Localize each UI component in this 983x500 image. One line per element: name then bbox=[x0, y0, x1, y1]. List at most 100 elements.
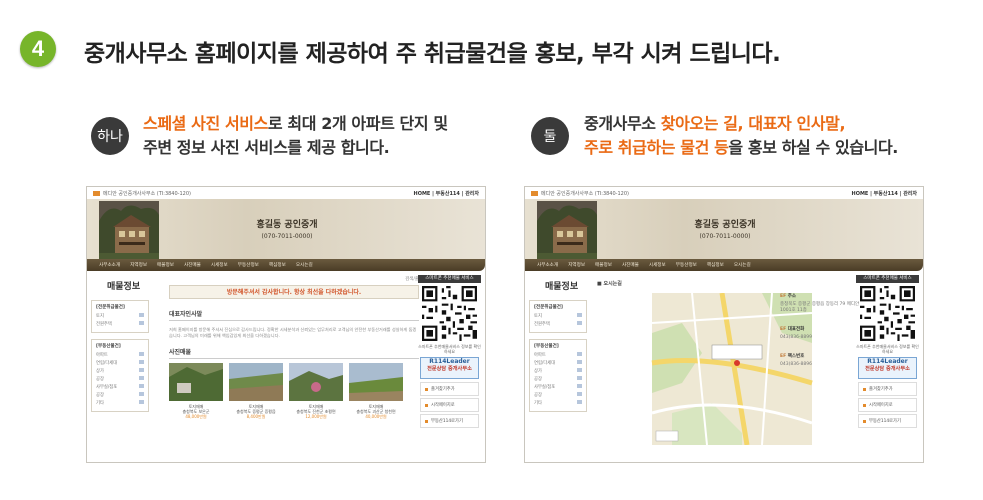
link-bookmark[interactable]: 즐겨찾기추가 bbox=[420, 382, 479, 396]
sidebar-item[interactable]: 공장 bbox=[96, 392, 144, 398]
sidebar-item[interactable]: 상가 bbox=[96, 368, 144, 374]
sidebar-item[interactable]: 아파트 bbox=[534, 352, 582, 358]
list-icon bbox=[577, 392, 582, 396]
nav-item[interactable]: 매물정보 bbox=[157, 262, 174, 268]
smartphone-header: 스마트폰 추천매물 서비스 bbox=[856, 275, 919, 283]
sidebar-item[interactable]: 공장 bbox=[534, 376, 582, 382]
nav-item[interactable]: 지역정보 bbox=[130, 262, 147, 268]
nav-item[interactable]: 시세정보 bbox=[649, 262, 666, 268]
nav-item[interactable]: 오시는길 bbox=[296, 262, 313, 268]
nav-item[interactable]: 매물정보 bbox=[595, 262, 612, 268]
photo-listing[interactable]: 토지매매 충청북도 진천군 초평면 12,000만원 bbox=[289, 363, 343, 419]
photo-listing[interactable]: 토지매매 충청북도 증평군 증평읍 8,400만원 bbox=[229, 363, 283, 419]
section-greeting-title: 대표자인사말 bbox=[169, 309, 419, 321]
box-title: [전문취급물건] bbox=[96, 305, 125, 310]
site-top-links[interactable]: HOME | 부동산114 | 관리자 bbox=[414, 190, 479, 197]
site-topbar: 메디안 공인중개사사무소 (TI:3840-120) HOME | 부동산114… bbox=[525, 187, 923, 199]
section-photo-title: 사진매물 bbox=[169, 347, 419, 359]
site-top-links[interactable]: HOME | 부동산114 | 관리자 bbox=[852, 190, 917, 197]
listing-photo bbox=[349, 363, 403, 401]
right-line2-rest: 을 홍보 하실 수 있습니다. bbox=[728, 138, 898, 157]
listing-photo bbox=[169, 363, 223, 401]
listing-price: 8,400만원 bbox=[246, 414, 266, 419]
sidebar-item[interactable]: 상가 bbox=[534, 368, 582, 374]
link-homepage[interactable]: 시작페이지로 bbox=[858, 398, 917, 412]
list-icon bbox=[577, 400, 582, 404]
smartphone-header: 스마트폰 추천매물 서비스 bbox=[418, 275, 481, 283]
list-icon bbox=[139, 368, 144, 372]
nav-item[interactable]: 핵심정보 bbox=[707, 262, 724, 268]
sidebar-box-property: [부동산물건] 아파트 연립/다세대 상가 공장 사무실/점포 공장 기타 bbox=[529, 339, 587, 412]
step-number-badge: 4 bbox=[20, 31, 56, 67]
link-r114[interactable]: 부동산114로가기 bbox=[420, 414, 479, 428]
sidebar-item[interactable]: 토지 bbox=[534, 313, 582, 319]
badge-two: 둘 bbox=[531, 117, 569, 155]
right-line1-a: 중개사무소 bbox=[584, 114, 661, 133]
box-title: [부동산물건] bbox=[534, 344, 559, 349]
site-main: 검색/출 방문해주셔서 감사합니다. 항상 최선을 다하겠습니다. 대표자인사말… bbox=[169, 276, 419, 419]
link-r114[interactable]: 부동산114로가기 bbox=[858, 414, 917, 428]
nav-item[interactable]: 사진매물 bbox=[184, 262, 201, 268]
right-highlight-1: 찾아오는 길, 대표자 인사말, bbox=[660, 114, 846, 133]
bullet-icon bbox=[425, 419, 428, 423]
photo-listing[interactable]: 토지매매 충청북도 보은군 48,000만원 bbox=[169, 363, 223, 419]
website-screenshot-photo-service: 메디안 공인중개사사무소 (TI:3840-120) HOME | 부동산114… bbox=[86, 186, 486, 463]
box-title: [부동산물건] bbox=[96, 344, 121, 349]
sidebar-item[interactable]: 아파트 bbox=[96, 352, 144, 358]
site-sidebar: 매물정보 [전문취급물건] 토지 전원주택 [부동산물건] 아파트 연립/다세대… bbox=[91, 279, 149, 418]
r114-banner[interactable]: R114Leader 전문상담 중개사무소 bbox=[420, 357, 479, 379]
list-icon bbox=[139, 392, 144, 396]
sidebar-item[interactable]: 전원주택 bbox=[96, 321, 144, 327]
listing-price: 48,000만원 bbox=[185, 414, 207, 419]
qr-caption: 스마트폰 추천매물서비스 정보를 확인하세요 bbox=[418, 344, 481, 354]
info-phone: EF 대표전화 043)836-8899 bbox=[780, 327, 813, 340]
sidebar-item[interactable]: 연립/다세대 bbox=[96, 360, 144, 366]
nav-item[interactable]: 부동산정보 bbox=[238, 262, 259, 268]
list-icon bbox=[139, 321, 144, 325]
nav-item[interactable]: 지역정보 bbox=[568, 262, 585, 268]
nav-item[interactable]: 부동산정보 bbox=[676, 262, 697, 268]
sidebar-item[interactable]: 사무실/점포 bbox=[96, 384, 144, 390]
sidebar-item[interactable]: 전원주택 bbox=[534, 321, 582, 327]
office-info: EF 주소 충청북도 증평군 증평읍 장동리 79 메디안1001호 11층 EF… bbox=[780, 293, 860, 380]
bullet-icon bbox=[863, 403, 866, 407]
breadcrumb: 검색/출 bbox=[405, 277, 419, 282]
site-phone: (070-7011-0000) bbox=[699, 233, 751, 240]
sidebar-item[interactable]: 사무실/점포 bbox=[534, 384, 582, 390]
home-icon bbox=[531, 190, 538, 196]
sidebar-item[interactable]: 공장 bbox=[534, 392, 582, 398]
sidebar-item[interactable]: 공장 bbox=[96, 376, 144, 382]
link-homepage[interactable]: 시작페이지로 bbox=[420, 398, 479, 412]
list-icon bbox=[577, 352, 582, 356]
listing-photo bbox=[289, 363, 343, 401]
sidebar-item[interactable]: 토지 bbox=[96, 313, 144, 319]
listing-price: 12,000만원 bbox=[305, 414, 327, 419]
link-bookmark[interactable]: 즐겨찾기추가 bbox=[858, 382, 917, 396]
nav-item[interactable]: 사무소소개 bbox=[99, 262, 120, 268]
sidebar-item[interactable]: 기타 bbox=[96, 400, 144, 406]
qr-code-icon bbox=[860, 286, 915, 341]
box-title: [전문취급물건] bbox=[534, 305, 563, 310]
r114-banner[interactable]: R114Leader 전문상담 중개사무소 bbox=[858, 357, 917, 379]
photo-listing[interactable]: 토지매매 충청북도 괴산군 청천면 40,000만원 bbox=[349, 363, 403, 419]
bullet-icon bbox=[863, 419, 866, 423]
page-headline: 중개사무소 홈페이지를 제공하여 주 취급물건을 홍보, 부각 시켜 드립니다. bbox=[84, 41, 781, 67]
site-brand: 홍길동 공인중개 bbox=[694, 220, 756, 230]
nav-item[interactable]: 사무소소개 bbox=[537, 262, 558, 268]
greeting-paragraph: 저희 홈페이지를 방문해 주셔서 진심으로 감사드립니다. 정확한 시세분석과 … bbox=[169, 327, 417, 338]
info-address: EF 주소 충청북도 증평군 증평읍 장동리 79 메디안1001호 11층 bbox=[780, 294, 860, 313]
sidebar-item[interactable]: 기타 bbox=[534, 400, 582, 406]
site-nav: 사무소소개 지역정보 매물정보 사진매물 시세정보 부동산정보 핵심정보 오시는… bbox=[87, 259, 485, 271]
nav-item[interactable]: 시세정보 bbox=[211, 262, 228, 268]
list-icon bbox=[139, 384, 144, 388]
site-phone: (070-7011-0000) bbox=[261, 233, 313, 240]
bullet-icon bbox=[425, 387, 428, 391]
nav-item[interactable]: 오시는길 bbox=[734, 262, 751, 268]
nav-item[interactable]: 사진매물 bbox=[622, 262, 639, 268]
site-title: 메디안 공인중개사사무소 (TI:3840-120) bbox=[103, 190, 191, 197]
website-screenshot-directions: 메디안 공인중개사사무소 (TI:3840-120) HOME | 부동산114… bbox=[524, 186, 924, 463]
nav-item[interactable]: 핵심정보 bbox=[269, 262, 286, 268]
map-section-title: ■ 오시는길 bbox=[597, 281, 622, 287]
sidebar-item[interactable]: 연립/다세대 bbox=[534, 360, 582, 366]
sidebar-title: 매물정보 bbox=[107, 282, 141, 292]
